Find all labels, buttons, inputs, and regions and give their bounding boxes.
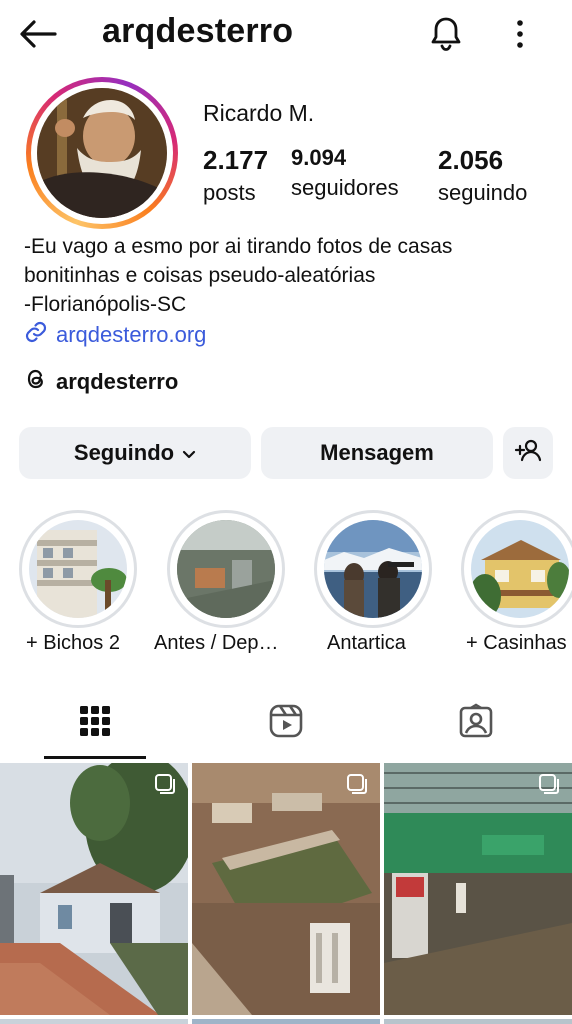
highlight-antartica[interactable] — [314, 510, 432, 628]
back-arrow-icon[interactable] — [16, 14, 60, 54]
highlight-bichos[interactable] — [19, 510, 137, 628]
post-thumbnail[interactable] — [0, 1019, 188, 1024]
highlight-label: Antartica — [327, 632, 406, 654]
highlight-cover — [177, 520, 275, 618]
link-text: arqdesterro.org — [56, 322, 207, 347]
active-tab-indicator — [44, 756, 146, 759]
bio-line: bonitinhas e coisas pseudo-aleatórias — [24, 264, 376, 287]
carousel-icon — [154, 773, 176, 795]
following-button-label: Seguindo — [73, 440, 175, 465]
followers-stat[interactable]: 9.094 seguidores — [291, 145, 399, 201]
followers-label: seguidores — [291, 175, 399, 200]
threads-icon — [24, 367, 48, 397]
story-ring[interactable] — [26, 77, 178, 229]
grid-icon — [79, 705, 111, 742]
reels-icon — [268, 703, 304, 744]
bio-line: -Florianópolis-SC — [24, 293, 187, 316]
tagged-icon — [458, 702, 494, 744]
followers-count: 9.094 — [291, 145, 347, 170]
post-thumbnail[interactable] — [0, 763, 188, 1015]
highlight-label: + Bichos 2 — [26, 632, 120, 654]
display-name: Ricardo M. — [203, 100, 315, 126]
more-options-icon[interactable] — [502, 12, 538, 56]
threads-badge[interactable]: arqdesterro — [24, 367, 178, 397]
message-button-label: Mensagem — [320, 440, 434, 465]
posts-label: posts — [203, 180, 256, 205]
highlight-antes-depois[interactable] — [167, 510, 285, 628]
bell-icon[interactable] — [424, 12, 468, 56]
highlight-label: + Casinhas — [466, 632, 567, 654]
post-thumbnail[interactable] — [384, 1019, 572, 1024]
highlight-casinhas[interactable] — [461, 510, 572, 628]
posts-count: 2.177 — [203, 145, 269, 175]
following-stat[interactable]: 2.056 seguindo — [438, 145, 527, 206]
posts-stat[interactable]: 2.177 posts — [203, 145, 268, 206]
add-user-icon — [514, 438, 542, 468]
carousel-icon — [346, 773, 368, 795]
top-bar: arqdesterro — [0, 0, 572, 68]
add-user-button[interactable] — [503, 427, 553, 479]
highlight-label: Antes / Dep… — [154, 632, 279, 654]
posts-grid — [0, 763, 572, 1024]
message-button[interactable]: Mensagem — [261, 427, 493, 479]
post-thumbnail[interactable] — [384, 763, 572, 1015]
following-button[interactable]: Seguindo — [19, 427, 251, 479]
following-label: seguindo — [438, 180, 528, 205]
tab-tagged[interactable] — [426, 690, 526, 756]
profile-link[interactable]: arqdesterro.org — [24, 320, 206, 350]
threads-handle: arqdesterro — [56, 369, 179, 394]
highlight-cover — [471, 520, 569, 618]
bio: -Eu vago a esmo por ai tirando fotos de … — [24, 232, 554, 319]
avatar[interactable] — [37, 88, 167, 218]
profile-tabs — [0, 690, 572, 760]
carousel-icon — [538, 773, 560, 795]
tab-grid[interactable] — [45, 690, 145, 756]
bio-line: -Eu vago a esmo por ai tirando fotos de … — [24, 235, 453, 258]
tab-reels[interactable] — [236, 690, 336, 756]
highlight-cover — [29, 520, 127, 618]
profile-username: arqdesterro — [102, 12, 294, 50]
following-count: 2.056 — [438, 145, 504, 175]
post-thumbnail[interactable] — [192, 763, 380, 1015]
link-icon — [24, 320, 48, 350]
chevron-down-icon — [182, 440, 196, 466]
highlight-cover — [324, 520, 422, 618]
post-thumbnail[interactable] — [192, 1019, 380, 1024]
